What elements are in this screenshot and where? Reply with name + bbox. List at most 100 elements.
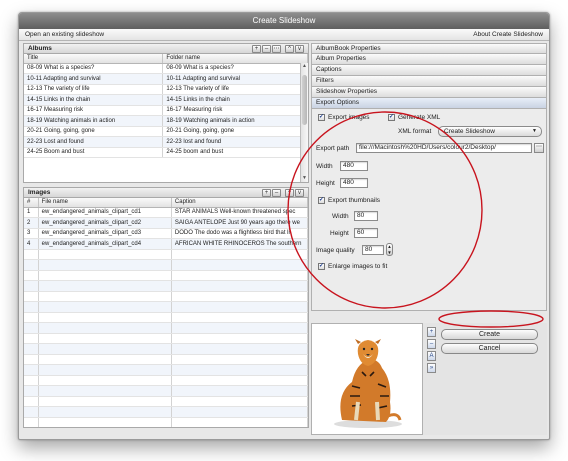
image-quality-stepper[interactable]: ▲ ▼ — [386, 243, 393, 256]
empty-cell — [171, 385, 308, 397]
accordion-item[interactable]: Filters — [311, 76, 547, 87]
move-up-icon[interactable]: ^ — [285, 44, 294, 53]
album-row[interactable]: 08-09 What is a species? 08-09 What is a … — [24, 63, 308, 74]
empty-cell — [38, 406, 172, 418]
image-row[interactable]: 1 ew_endangered_animals_clipart_cd1 STAR A… — [24, 207, 308, 218]
album-row[interactable]: 22-23 Lost and found 22-23 lost and found — [24, 136, 308, 148]
table-cell: 12-13 The variety of life — [162, 84, 308, 95]
table-cell: 14-15 Links in the chain — [24, 94, 164, 106]
accordion-item[interactable]: Album Properties — [311, 54, 547, 65]
album-row[interactable]: 10-11 Adapting and survival 10-11 Adaptin… — [24, 73, 308, 85]
scroll-up-icon[interactable]: ▲ — [301, 63, 308, 70]
browse-path-button[interactable]: ⋯ — [534, 143, 544, 153]
xml-format-select[interactable]: Create Slideshow ▼ — [438, 126, 542, 137]
height-field[interactable]: 480 — [340, 178, 368, 188]
create-button[interactable]: Create — [441, 329, 538, 340]
empty-cell — [38, 312, 172, 323]
empty-cell — [38, 417, 172, 427]
table-cell: ew_endangered_animals_clipart_cd4 — [38, 238, 172, 250]
album-row[interactable]: 14-15 Links in the chain 14-15 Links in t… — [24, 94, 308, 106]
table-cell: 18-19 Watching animals in action — [24, 115, 164, 127]
image-quality-label: Image quality — [316, 247, 355, 254]
image-row[interactable]: 2 ew_endangered_animals_clipart_cd2 SAIGA … — [24, 217, 308, 229]
empty-cell — [24, 375, 39, 386]
accordion-item[interactable]: Export Options — [311, 98, 547, 109]
export-images-checkbox[interactable]: ✓ — [318, 114, 325, 121]
empty-cell — [38, 249, 172, 260]
album-row[interactable]: 20-21 Going, going, gone 20-21 Going, goi… — [24, 126, 308, 137]
empty-row — [24, 270, 308, 281]
empty-cell — [171, 406, 308, 418]
table-cell: 3 — [24, 228, 39, 239]
zoom-out-icon[interactable]: – — [427, 339, 436, 349]
image-down-icon[interactable]: v — [295, 188, 304, 197]
export-path-field[interactable]: file:///Macintosh%20HD/Users/colour2/Des… — [356, 143, 532, 153]
empty-cell — [38, 280, 172, 292]
export-images-label: Export images — [328, 114, 370, 121]
empty-row — [24, 364, 308, 376]
add-image-button[interactable]: + — [262, 188, 271, 197]
chevron-down-icon: ▼ — [532, 128, 537, 134]
zoom-in-icon[interactable]: + — [427, 327, 436, 337]
empty-cell — [24, 364, 39, 376]
album-options-button[interactable]: ⋯ — [272, 44, 281, 53]
empty-cell — [24, 406, 39, 418]
albums-header: Albums + – ⋯ ^ v — [23, 43, 309, 54]
empty-row — [24, 354, 308, 365]
column-header: Folder name — [162, 54, 308, 64]
album-row[interactable]: 16-17 Measuring risk 16-17 Measuring risk — [24, 105, 308, 116]
table-cell: ew_endangered_animals_clipart_cd1 — [38, 207, 172, 218]
scrollbar-thumb[interactable] — [302, 75, 307, 125]
empty-cell — [171, 343, 308, 355]
image-row[interactable]: 4 ew_endangered_animals_clipart_cd4 AFRICA… — [24, 238, 308, 250]
export-thumbnails-checkbox[interactable]: ✓ — [318, 197, 325, 204]
move-down-icon[interactable]: v — [295, 44, 304, 53]
width-field[interactable]: 480 — [340, 161, 368, 171]
images-toolbar: + – ^ v — [262, 188, 304, 197]
about-link[interactable]: About Create Slideshow — [473, 31, 543, 38]
xml-format-label: XML format — [398, 128, 432, 135]
remove-image-button[interactable]: – — [272, 188, 281, 197]
empty-row — [24, 333, 308, 344]
height-label: Height — [316, 180, 335, 187]
open-existing-slideshow-link[interactable]: Open an existing slideshow — [25, 31, 104, 38]
cancel-button[interactable]: Cancel — [441, 343, 538, 354]
table-cell: 14-15 Links in the chain — [162, 94, 308, 106]
scroll-down-icon[interactable]: ▼ — [301, 175, 308, 182]
thumb-height-field[interactable]: 60 — [354, 228, 378, 238]
column-header: # — [24, 198, 39, 208]
accordion-item[interactable]: Captions — [311, 65, 547, 76]
image-up-icon[interactable]: ^ — [285, 188, 294, 197]
empty-cell — [171, 364, 308, 376]
text-icon[interactable]: A — [427, 351, 436, 361]
image-row[interactable]: 3 ew_endangered_animals_clipart_cd3 DODO T… — [24, 228, 308, 239]
window-title: Create Slideshow — [19, 13, 549, 29]
image-preview — [311, 323, 423, 435]
preview-tools: + – A » — [427, 327, 437, 373]
table-cell: STAR ANIMALS Well-known threatened spec — [171, 207, 308, 218]
table-cell: AFRICAN WHITE RHINOCEROS The southern — [171, 238, 308, 250]
empty-cell — [171, 417, 308, 427]
empty-row — [24, 343, 308, 355]
album-row[interactable]: 24-25 Boom and bust 24-25 boom and bust — [24, 147, 308, 158]
accordion-item[interactable]: AlbumBook Properties — [311, 43, 547, 54]
album-row[interactable]: 18-19 Watching animals in action 18-19 Wa… — [24, 115, 308, 127]
thumb-width-field[interactable]: 80 — [354, 211, 378, 221]
accordion-item[interactable]: Slideshow Properties — [311, 87, 547, 98]
generate-xml-checkbox[interactable]: ✓ — [388, 114, 395, 121]
empty-cell — [171, 301, 308, 313]
table-cell: 16-17 Measuring risk — [162, 105, 308, 116]
create-slideshow-window: Create Slideshow Open an existing slides… — [18, 12, 550, 440]
images-header: Images + – ^ v — [23, 187, 309, 198]
albums-scrollbar[interactable]: ▲ ▼ — [300, 63, 308, 182]
add-album-button[interactable]: + — [252, 44, 261, 53]
remove-album-button[interactable]: – — [262, 44, 271, 53]
image-quality-field[interactable]: 80 — [362, 245, 384, 255]
empty-cell — [38, 396, 172, 407]
empty-cell — [24, 354, 39, 365]
empty-row — [24, 417, 308, 427]
enlarge-images-checkbox[interactable]: ✓ — [318, 263, 325, 270]
empty-cell — [171, 291, 308, 302]
album-row[interactable]: 12-13 The variety of life 12-13 The varie… — [24, 84, 308, 95]
next-icon[interactable]: » — [427, 363, 436, 373]
